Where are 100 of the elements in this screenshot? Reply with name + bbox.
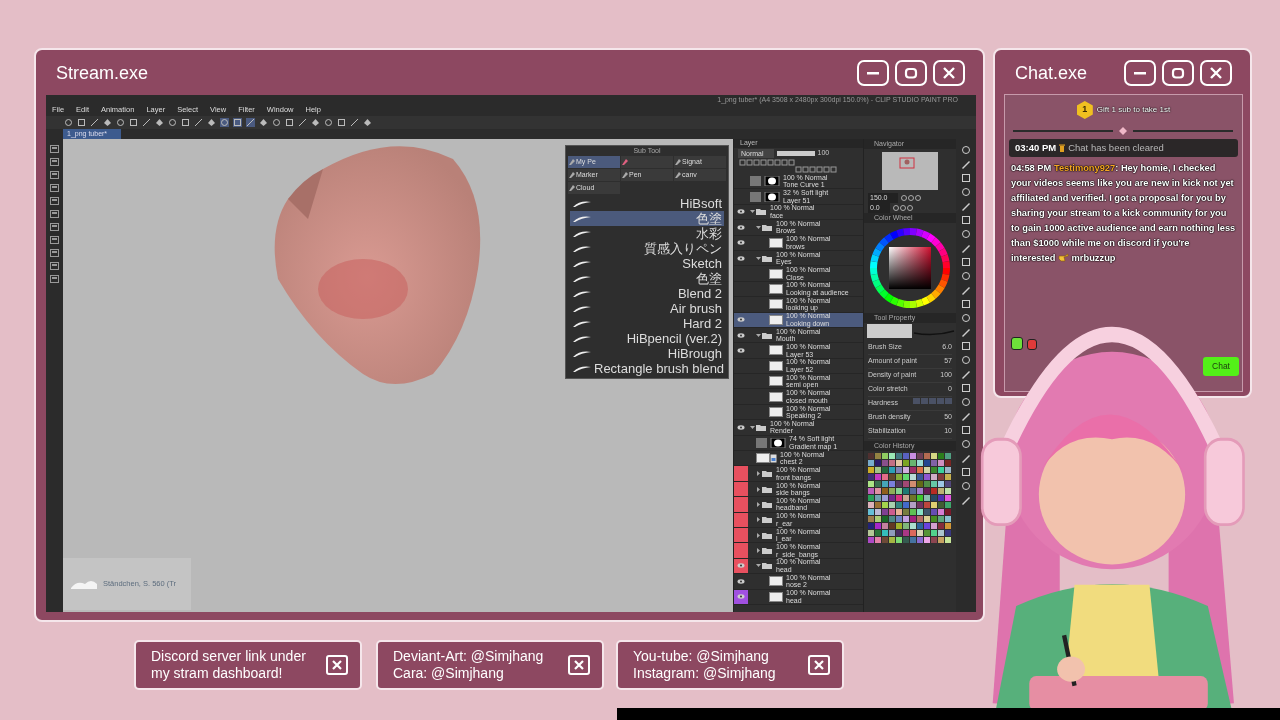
eye-icon[interactable] [737,240,745,246]
brush-item[interactable]: 水彩 [570,226,724,241]
close-icon [1209,67,1223,79]
tool-icon[interactable] [50,171,59,179]
layer-thumbnail [769,345,783,356]
tool-icon[interactable] [50,223,59,231]
layer-thumbnail [769,391,783,402]
layer-thumbnail [769,268,783,279]
tool-icon[interactable] [50,197,59,205]
folder-icon [761,530,773,540]
close-icon [813,659,825,671]
layer-thumbnail [769,299,783,310]
brush-item[interactable]: 色塗 [570,271,724,286]
minimize-button[interactable] [1124,60,1156,86]
eye-icon[interactable] [737,563,745,569]
navigator-preview-drawing [882,152,938,190]
trash-icon [1059,144,1066,152]
toolbar-icon[interactable] [246,118,255,127]
folder-icon [761,469,773,479]
square-icon [904,67,918,79]
maximize-button[interactable] [895,60,927,86]
close-button[interactable] [326,655,348,675]
layer-thumbnail [769,237,783,248]
folder-icon [761,253,773,263]
brush-item[interactable]: Rectangle brush blend [570,361,724,376]
tool-icon[interactable] [50,275,59,283]
brush-icon [622,172,628,178]
brush-name: Air brush [669,301,722,316]
banner-text: You-tube: @Simjhang Instagram: @Simjhang [633,648,776,682]
eye-icon[interactable] [737,332,745,338]
mask-thumbnail-icon [750,176,780,187]
pointing-hand-icon [1058,252,1069,262]
brush-name: 色塗 [696,271,722,286]
minimize-button[interactable] [857,60,889,86]
brush-name: HiBsoft [680,196,722,211]
tool-icon[interactable] [50,262,59,270]
folder-icon [761,546,773,556]
brush-name: Sketch [682,256,722,271]
eye-icon[interactable] [737,578,745,584]
brush-item[interactable]: 色塗 [570,211,724,226]
folder-icon [761,499,773,509]
color-wheel-drawing[interactable] [869,227,951,309]
goal-text: Gift 1 sub to take 1st [1096,104,1171,116]
tool-icon[interactable] [50,145,59,153]
close-button[interactable] [1200,60,1232,86]
folder-icon [761,484,773,494]
brush-icon [675,159,681,165]
tool-icon[interactable] [50,184,59,192]
folder-icon [761,515,773,525]
brush-item[interactable]: HiBpencil (ver.2) [570,331,724,346]
close-button[interactable] [933,60,965,86]
toolbar-icon[interactable] [233,118,242,127]
folder-icon [755,207,767,217]
brush-item[interactable]: Blend 2 [570,286,724,301]
folder-icon [761,330,773,340]
eye-icon[interactable] [737,209,745,215]
folder-icon [761,222,773,232]
mask-thumbnail-icon [750,191,780,202]
tool-icon[interactable] [50,236,59,244]
eye-icon[interactable] [737,348,745,353]
eye-icon[interactable] [737,255,745,261]
maximize-button[interactable] [1162,60,1194,86]
brush-item[interactable]: Hard 2 [570,316,724,331]
opacity-slider[interactable] [776,150,815,156]
brush-icon [622,159,628,165]
close-icon [942,67,956,79]
window-title: Stream.exe [56,61,149,85]
banner-text: Deviant-Art: @Simjhang Cara: @Simjhang [393,648,544,682]
layer-thumbnail [769,376,783,387]
eye-icon[interactable] [737,594,745,600]
layer-thumbnail [769,591,783,602]
brush-name: Blend 2 [677,286,722,301]
brush-item[interactable]: Sketch [570,256,724,271]
brush-name: 色塗 [696,211,722,226]
rank-badge: 1 [1076,101,1093,119]
brush-item[interactable]: 質感入りペン [570,241,724,256]
brush-name: 質感入りペン [644,241,722,256]
chat-send-button[interactable]: Chat [1203,357,1239,376]
banner-text: Discord server link under my stram dashboard! [151,648,306,682]
emote-icon[interactable] [1011,337,1023,350]
close-button[interactable] [808,655,830,675]
tool-icon[interactable] [50,249,59,257]
brush-item[interactable]: HiBrough [570,346,724,361]
eye-icon[interactable] [737,317,745,323]
tool-icon[interactable] [50,158,59,166]
brush-name: 水彩 [696,226,722,241]
eye-icon[interactable] [737,224,745,230]
close-icon [331,659,343,671]
close-button[interactable] [568,655,590,675]
brush-item[interactable]: HiBsoft [570,196,724,211]
mask-thumbnail-icon [756,437,786,448]
close-icon [573,659,585,671]
brush-name: HiBrough [667,346,722,361]
brush-item[interactable]: Air brush [570,301,724,316]
window-title: Chat.exe [1015,61,1088,85]
eye-icon[interactable] [737,424,745,430]
tool-icon[interactable] [50,210,59,218]
layer-thumbnail [769,576,783,587]
chat-message: 04:58 PM Testimony927: Hey homie, I checked your videos seems like you are new in kick not yet affiliated and verified. I got a proposal for you by sharing your stream to a kick community for you to gain 1000 active audience and earn nothing less than $1000 while me on discord if you're interested mrbuzzup [1010,162,1237,265]
layer-thumbnail [769,407,783,418]
